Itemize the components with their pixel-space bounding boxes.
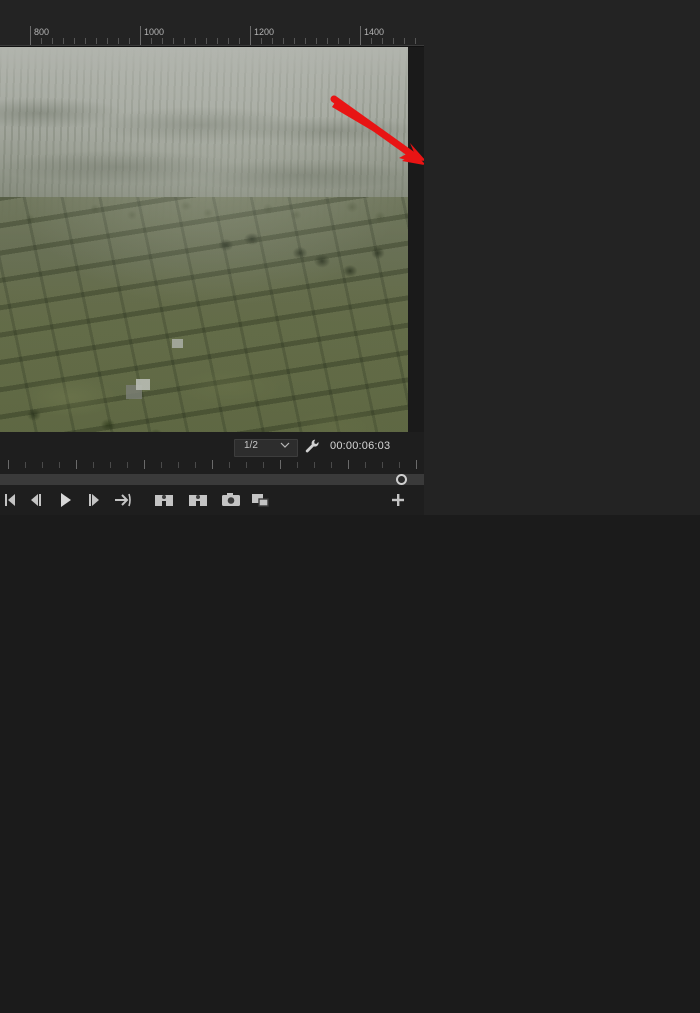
ruler-minor-tick <box>129 38 130 44</box>
scrub-tick <box>382 462 383 468</box>
mark-in-icon[interactable] <box>152 491 176 509</box>
scrub-tick <box>161 462 162 468</box>
step-back-icon[interactable] <box>26 491 46 509</box>
ruler-minor-tick <box>327 38 328 44</box>
ruler-minor-tick <box>272 38 273 44</box>
ruler-minor-tick <box>228 38 229 44</box>
scrub-tick <box>93 462 94 468</box>
ruler-minor-tick <box>162 38 163 44</box>
program-monitor: 80010001200140016001800 <box>0 0 424 515</box>
scrub-tick <box>246 462 247 468</box>
ruler-major-tick <box>250 26 251 46</box>
scrub-tick <box>8 460 9 469</box>
scrub-tick <box>263 462 264 468</box>
ruler-minor-tick <box>41 38 42 44</box>
lumetri-color-panel: Lumetri Color ☰ Source · DJI_0253.MP4 Se… <box>424 0 700 515</box>
scrub-tick <box>399 462 400 468</box>
ruler-minor-tick <box>261 38 262 44</box>
ruler-minor-tick <box>338 38 339 44</box>
ruler-minor-tick <box>74 38 75 44</box>
premiere-pro-window: 80010001200140016001800 <box>0 0 700 515</box>
scrub-ticks <box>0 460 424 474</box>
ruler-minor-tick <box>305 38 306 44</box>
mark-out-icon[interactable] <box>186 491 210 509</box>
go-to-in-icon[interactable] <box>2 491 22 509</box>
go-to-out-icon[interactable] <box>113 491 133 509</box>
ruler-tick-label: 800 <box>34 27 49 37</box>
ruler-major-tick <box>30 26 31 46</box>
scrub-tick <box>42 462 43 468</box>
ruler-minor-tick <box>96 38 97 44</box>
ruler-minor-tick <box>349 38 350 44</box>
scrub-bar[interactable] <box>0 474 424 485</box>
ruler-minor-tick <box>195 38 196 44</box>
ruler-minor-tick <box>173 38 174 44</box>
playhead-marker[interactable] <box>396 474 407 485</box>
scrub-tick <box>229 462 230 468</box>
ruler-minor-tick <box>151 38 152 44</box>
scrub-tick <box>297 462 298 468</box>
ruler-minor-tick <box>404 38 405 44</box>
scrub-tick <box>110 462 111 468</box>
video-frame[interactable] <box>0 47 408 432</box>
ruler-minor-tick <box>85 38 86 44</box>
ruler-minor-tick <box>415 38 416 44</box>
ruler-minor-tick <box>382 38 383 44</box>
scrub-tick <box>144 460 145 469</box>
ruler-minor-tick <box>63 38 64 44</box>
monitor-ruler[interactable]: 80010001200140016001800 <box>0 26 424 47</box>
ruler-minor-tick <box>294 38 295 44</box>
step-forward-icon[interactable] <box>84 491 104 509</box>
scrub-tick <box>365 462 366 468</box>
transport-controls <box>0 485 424 515</box>
ruler-minor-tick <box>118 38 119 44</box>
scrub-tick <box>127 462 128 468</box>
scrub-tick <box>348 460 349 469</box>
ruler-baseline <box>0 45 424 46</box>
scrub-tick <box>314 462 315 468</box>
ruler-minor-tick <box>283 38 284 44</box>
scrub-tick <box>212 460 213 469</box>
play-icon[interactable] <box>55 491 75 509</box>
plus-icon[interactable] <box>388 491 408 509</box>
ruler-minor-tick <box>371 38 372 44</box>
playback-resolution-value: 1/2 <box>244 440 258 451</box>
comparison-view-icon[interactable] <box>250 491 272 509</box>
ruler-minor-tick <box>184 38 185 44</box>
camera-icon[interactable] <box>220 491 242 509</box>
monitor-top-strip <box>0 0 424 26</box>
ruler-minor-tick <box>206 38 207 44</box>
ruler-major-tick <box>140 26 141 46</box>
ruler-major-tick <box>360 26 361 46</box>
scrub-tick <box>59 462 60 468</box>
chevron-down-icon[interactable] <box>280 441 290 449</box>
scrub-tick <box>76 460 77 469</box>
ruler-minor-tick <box>316 38 317 44</box>
ruler-minor-tick <box>393 38 394 44</box>
ruler-minor-tick <box>52 38 53 44</box>
ruler-minor-tick <box>217 38 218 44</box>
timecode-display[interactable]: 00:00:06:03 <box>330 440 390 452</box>
scrub-tick <box>178 462 179 468</box>
scrub-tick <box>331 462 332 468</box>
scrub-tick <box>195 462 196 468</box>
ruler-minor-tick <box>107 38 108 44</box>
ruler-tick-label: 1200 <box>254 27 274 37</box>
wrench-icon[interactable] <box>304 438 320 454</box>
video-letterbox-right <box>408 47 424 432</box>
ruler-minor-tick <box>239 38 240 44</box>
scrub-tick <box>416 460 417 469</box>
scrub-tick <box>280 460 281 469</box>
scrub-tick <box>25 462 26 468</box>
ruler-tick-label: 1000 <box>144 27 164 37</box>
ruler-tick-label: 1400 <box>364 27 384 37</box>
